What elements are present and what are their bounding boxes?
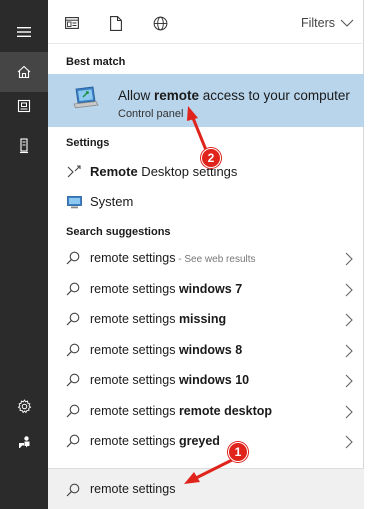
suggestion-item[interactable]: remote settings - See web results — [48, 244, 364, 274]
apps-icon — [65, 17, 79, 29]
start-menu-rail — [0, 0, 48, 509]
apps-filter-button[interactable] — [63, 14, 81, 32]
search-icon — [66, 282, 80, 295]
suggestion-item[interactable]: remote settings windows 7 — [48, 275, 364, 305]
remote-desktop-icon — [67, 165, 81, 178]
settings-gear-icon — [17, 398, 31, 413]
filters-dropdown[interactable]: Filters — [301, 16, 354, 30]
chevron-right-icon[interactable] — [344, 283, 354, 297]
search-icon — [66, 404, 80, 417]
chevron-right-icon[interactable] — [344, 435, 354, 449]
device-button[interactable] — [0, 126, 48, 166]
search-icon — [66, 434, 80, 448]
documents-button[interactable] — [0, 86, 48, 126]
best-match-result[interactable]: Allow remote access to your computer Con… — [48, 74, 364, 127]
chevron-right-icon[interactable] — [344, 313, 354, 327]
search-input[interactable]: remote settings — [90, 482, 175, 496]
documents-icon — [17, 99, 31, 113]
setting-item-system[interactable]: System — [48, 188, 364, 216]
best-match-subtitle: Control panel — [118, 108, 184, 120]
best-match-title: Allow remote access to your computer — [118, 88, 350, 103]
filters-label: Filters — [300, 16, 335, 30]
web-filter-button[interactable] — [151, 14, 169, 32]
settings-button[interactable] — [0, 386, 48, 426]
search-icon — [66, 343, 80, 356]
chevron-right-icon[interactable] — [344, 344, 354, 358]
best-match-heading: Best match — [66, 56, 126, 68]
search-suggestions-heading: Search suggestions — [66, 226, 171, 238]
suggestion-item[interactable]: remote settings windows 10 — [48, 366, 364, 396]
remote-access-laptop-icon — [73, 86, 99, 109]
hamburger-menu-icon — [17, 27, 31, 37]
search-box[interactable]: remote settings — [48, 468, 364, 509]
search-scope-toolbar: Filters — [48, 0, 364, 44]
documents-filter-button[interactable] — [107, 14, 125, 32]
monitor-icon — [66, 195, 82, 208]
search-icon — [66, 483, 80, 497]
search-results-panel: Filters Best match Allow remote access t… — [48, 0, 364, 509]
settings-heading: Settings — [66, 137, 110, 149]
suggestion-text: remote settings - See web results — [90, 251, 256, 265]
suggestion-text: remote settings windows 7 — [90, 281, 243, 296]
suggestion-text: remote settings remote desktop — [90, 403, 273, 418]
home-icon — [17, 65, 31, 79]
search-icon — [66, 312, 80, 326]
device-icon — [20, 138, 28, 154]
suggestion-item[interactable]: remote settings missing — [48, 305, 364, 335]
setting-label: System — [90, 194, 134, 209]
suggestion-item[interactable]: remote settings windows 8 — [48, 336, 364, 366]
suggestion-text: remote settings greyed — [90, 434, 220, 448]
annotation-badge-1: 1 — [228, 442, 248, 462]
feedback-button[interactable] — [0, 422, 48, 462]
search-icon — [66, 373, 80, 387]
chevron-right-icon[interactable] — [344, 374, 354, 388]
suggestion-text: remote settings windows 8 — [90, 342, 243, 357]
hamburger-menu-button[interactable] — [0, 12, 48, 52]
suggestion-text: remote settings missing — [90, 312, 227, 326]
chevron-right-icon[interactable] — [344, 405, 354, 419]
search-icon — [66, 251, 80, 265]
document-icon — [110, 15, 122, 31]
chevron-down-icon — [340, 19, 354, 27]
globe-icon — [153, 16, 167, 30]
feedback-icon — [19, 436, 30, 448]
suggestion-item[interactable]: remote settings remote desktop — [48, 397, 364, 427]
suggestion-text: remote settings windows 10 — [90, 373, 250, 387]
chevron-right-icon[interactable] — [344, 252, 354, 266]
suggestion-item[interactable]: remote settings greyed — [48, 427, 364, 457]
annotation-badge-2: 2 — [201, 148, 221, 168]
